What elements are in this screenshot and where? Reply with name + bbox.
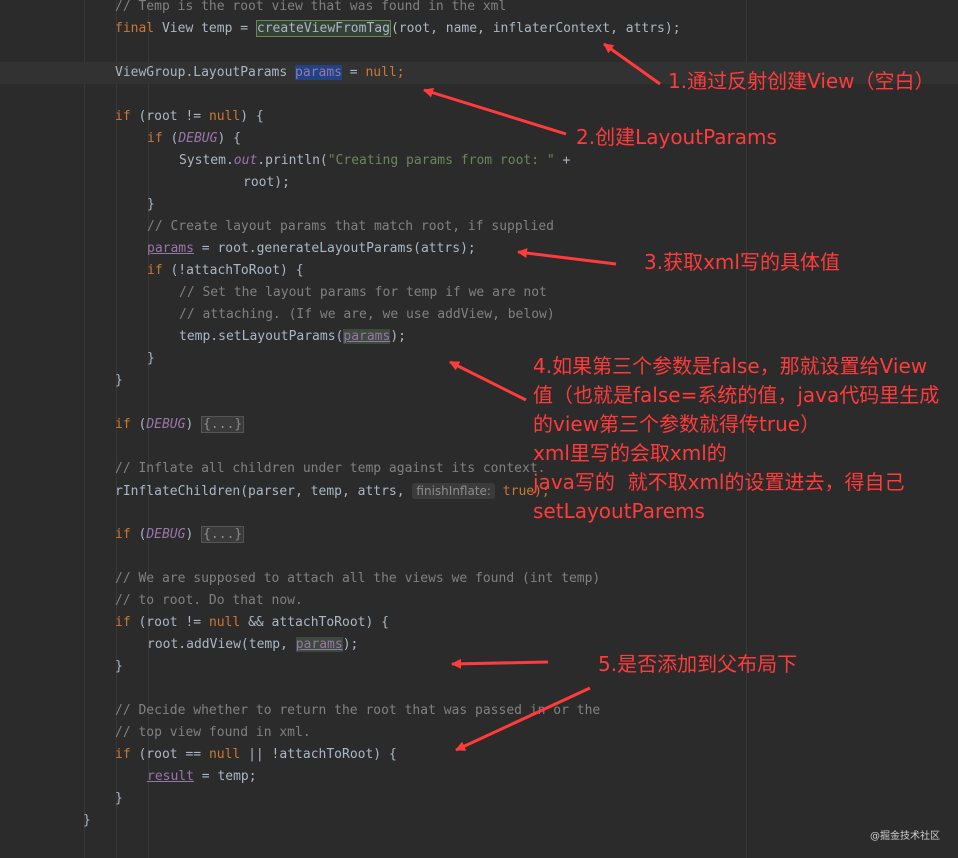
annotation-4: 4.如果第三个参数是false，那就设置给View 值（也就是false=系统的… [533,354,940,523]
arrow-3 [517,248,617,266]
annotation-2: 2.创建LayoutParams [576,125,777,149]
arrow-2 [423,87,567,136]
annotation-1: 1.通过反射创建View（空白） [668,69,935,93]
arrow-4 [449,360,527,402]
annotation-3: 3.获取xml写的具体值 [644,250,840,274]
arrow-1 [603,42,661,86]
arrow-5a [451,658,549,669]
annotation-5: 5.是否添加到父布局下 [598,652,798,676]
watermark: @掘金技术社区 [870,831,940,842]
arrow-5b [455,686,591,752]
